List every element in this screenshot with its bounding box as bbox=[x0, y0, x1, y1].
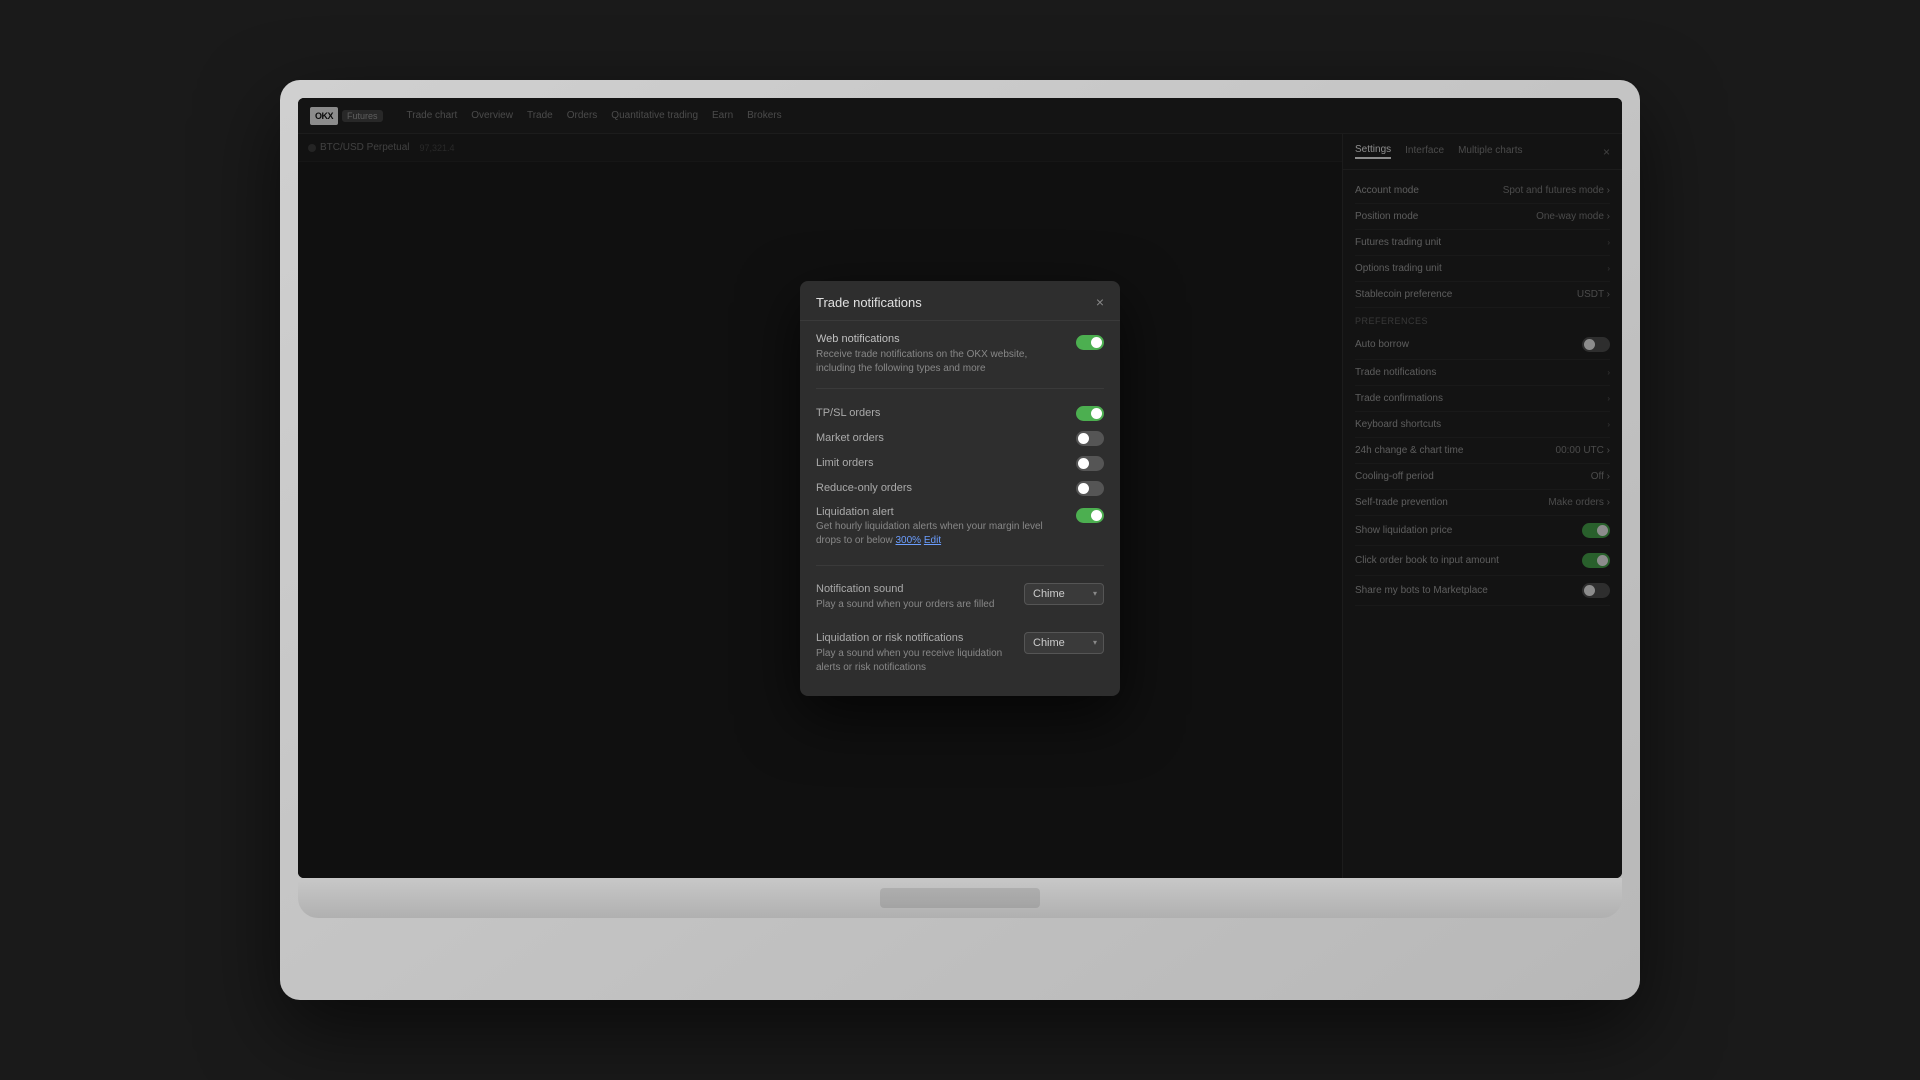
laptop-screen: OKX Futures Trade chart Overview Trade O… bbox=[298, 98, 1622, 878]
laptop-trackpad bbox=[880, 888, 1040, 908]
laptop-base bbox=[298, 878, 1622, 918]
notification-sound-value: Chime bbox=[1033, 588, 1065, 600]
liquidation-risk-select[interactable]: Chime ▾ bbox=[1024, 632, 1104, 654]
app-background: OKX Futures Trade chart Overview Trade O… bbox=[298, 98, 1622, 878]
liquidation-risk-row: Liquidation or risk notifications Play a… bbox=[816, 627, 1104, 680]
tp-sl-orders-label: TP/SL orders bbox=[816, 407, 880, 419]
modal-close-button[interactable]: × bbox=[1096, 295, 1104, 309]
liquidation-risk-label: Liquidation or risk notifications bbox=[816, 632, 1024, 644]
web-notifications-sub-label: Receive trade notifications on the OKX w… bbox=[816, 348, 1066, 376]
market-orders-toggle[interactable] bbox=[1076, 431, 1104, 446]
liquidation-alert-toggle[interactable] bbox=[1076, 508, 1104, 523]
notification-sound-label-group: Notification sound Play a sound when you… bbox=[816, 583, 1024, 612]
liquidation-alert-label-group: Liquidation alert Get hourly liquidation… bbox=[816, 506, 1066, 548]
reduce-only-orders-label: Reduce-only orders bbox=[816, 482, 912, 494]
sound-section: Notification sound Play a sound when you… bbox=[816, 566, 1104, 696]
liquidation-alert-sub-label: Get hourly liquidation alerts when your … bbox=[816, 520, 1066, 548]
laptop-shell: OKX Futures Trade chart Overview Trade O… bbox=[280, 80, 1640, 1000]
web-notifications-label: Web notifications bbox=[816, 333, 1066, 345]
liquidation-edit-link[interactable]: Edit bbox=[924, 535, 941, 546]
reduce-only-orders-toggle[interactable] bbox=[1076, 481, 1104, 496]
liquidation-alert-label: Liquidation alert bbox=[816, 506, 1066, 518]
market-orders-row: Market orders bbox=[816, 426, 1104, 451]
notification-sound-arrow: ▾ bbox=[1093, 589, 1097, 598]
notification-sound-sub-label: Play a sound when your orders are filled bbox=[816, 598, 1024, 612]
liquidation-alert-row: Liquidation alert Get hourly liquidation… bbox=[816, 501, 1104, 553]
liquidation-risk-label-group: Liquidation or risk notifications Play a… bbox=[816, 632, 1024, 675]
trade-notifications-modal: Trade notifications × Web notifications … bbox=[800, 281, 1120, 696]
modal-title: Trade notifications bbox=[816, 295, 922, 310]
order-type-section: TP/SL orders Market orders Limit orders bbox=[816, 389, 1104, 566]
web-notifications-row: Web notifications Receive trade notifica… bbox=[816, 333, 1104, 376]
liquidation-risk-value: Chime bbox=[1033, 637, 1065, 649]
limit-orders-label: Limit orders bbox=[816, 457, 873, 469]
limit-orders-toggle[interactable] bbox=[1076, 456, 1104, 471]
notification-sound-row: Notification sound Play a sound when you… bbox=[816, 578, 1104, 617]
reduce-only-orders-row: Reduce-only orders bbox=[816, 476, 1104, 501]
market-orders-label: Market orders bbox=[816, 432, 884, 444]
liquidation-percentage[interactable]: 300% bbox=[896, 535, 922, 546]
modal-header: Trade notifications × bbox=[800, 281, 1120, 321]
modal-body: Web notifications Receive trade notifica… bbox=[800, 321, 1120, 696]
notification-sound-label: Notification sound bbox=[816, 583, 1024, 595]
liquidation-risk-sub-label: Play a sound when you receive liquidatio… bbox=[816, 647, 1024, 675]
tp-sl-orders-row: TP/SL orders bbox=[816, 401, 1104, 426]
liquidation-risk-arrow: ▾ bbox=[1093, 638, 1097, 647]
web-notifications-label-group: Web notifications Receive trade notifica… bbox=[816, 333, 1066, 376]
web-notifications-section: Web notifications Receive trade notifica… bbox=[816, 321, 1104, 389]
tp-sl-orders-toggle[interactable] bbox=[1076, 406, 1104, 421]
modal-wrapper: Trade notifications × Web notifications … bbox=[298, 98, 1622, 878]
limit-orders-row: Limit orders bbox=[816, 451, 1104, 476]
web-notifications-toggle[interactable] bbox=[1076, 335, 1104, 350]
notification-sound-select[interactable]: Chime ▾ bbox=[1024, 583, 1104, 605]
